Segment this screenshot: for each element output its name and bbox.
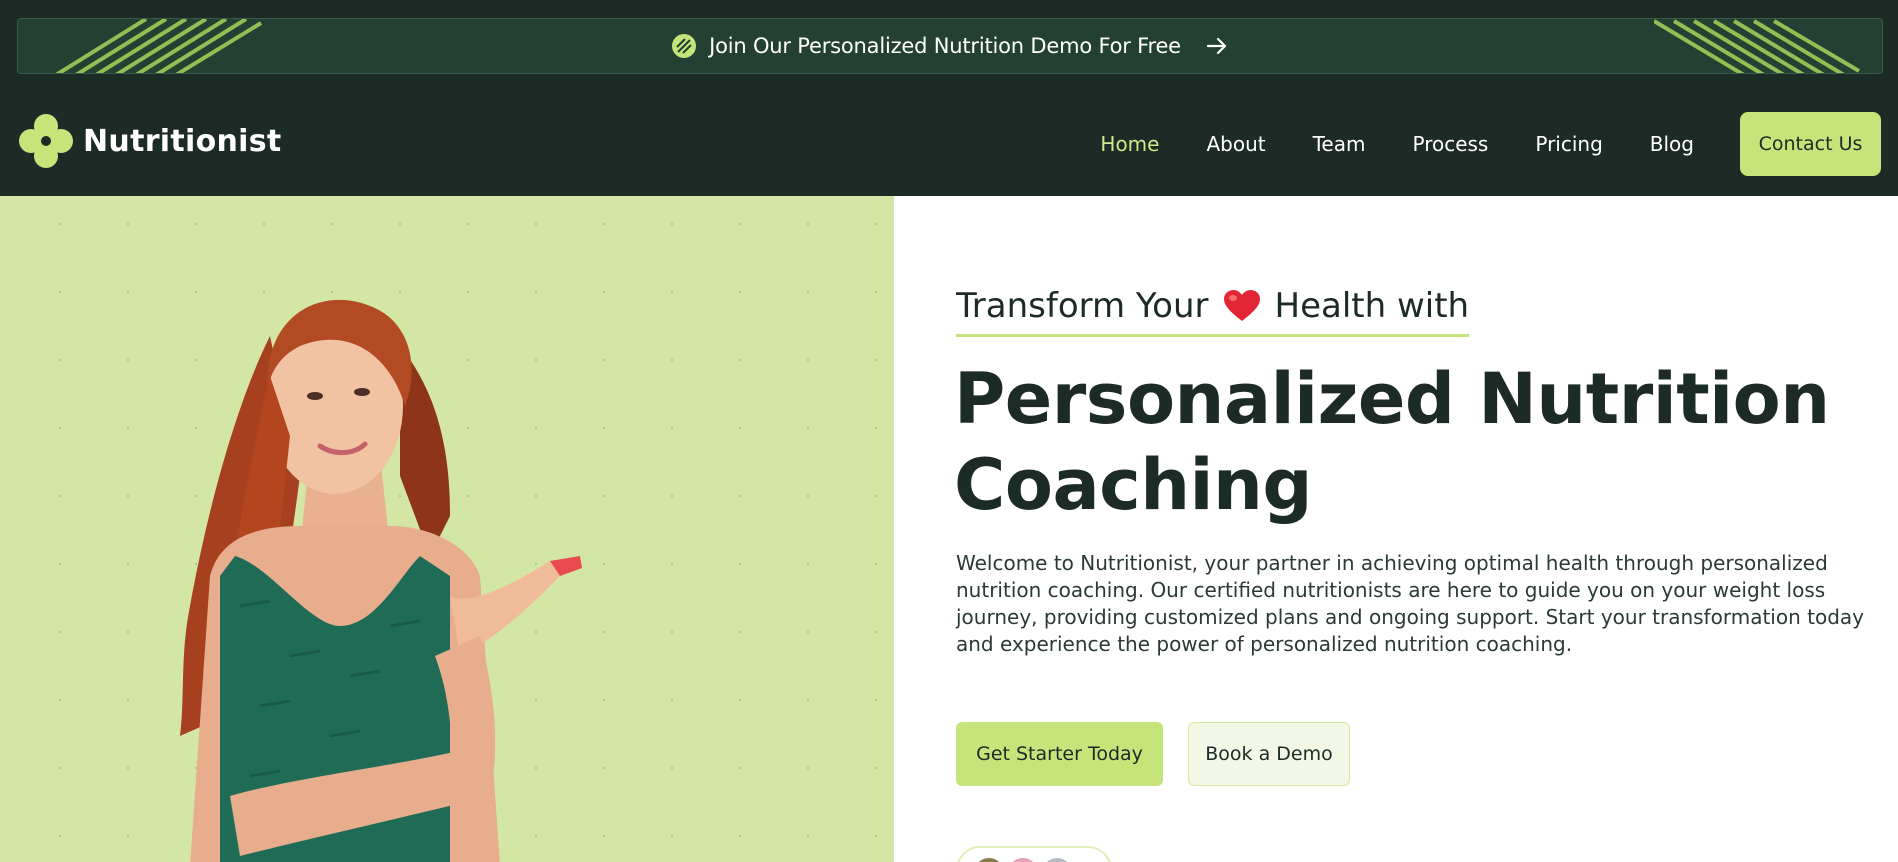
- get-started-button[interactable]: Get Starter Today: [956, 722, 1163, 786]
- logo[interactable]: Nutritionist: [17, 112, 282, 170]
- nav-home[interactable]: Home: [1100, 132, 1159, 156]
- tagline-text-end: Health with: [1274, 286, 1470, 326]
- avatar: [1040, 856, 1074, 862]
- promo-bar-wrapper: Join Our Personalized Nutrition Demo For…: [0, 0, 1898, 92]
- nav-process[interactable]: Process: [1412, 132, 1488, 156]
- tagline-text-start: Transform Your: [956, 286, 1209, 326]
- book-demo-button[interactable]: Book a Demo: [1188, 722, 1350, 786]
- avatar-group: [956, 846, 1112, 862]
- decorative-stripes-right: [1654, 19, 1861, 73]
- hero-headline: Personalized Nutrition Coaching: [954, 358, 1830, 526]
- hero-intro: Welcome to Nutritionist, your partner in…: [956, 551, 1864, 656]
- contact-us-button[interactable]: Contact Us: [1740, 112, 1881, 176]
- site-header: Nutritionist Home About Team Process Pri…: [0, 92, 1898, 196]
- arrow-right-icon[interactable]: [1205, 34, 1229, 58]
- clover-icon: [19, 114, 73, 168]
- hero-content: Transform Your Health with Personalized …: [894, 196, 1898, 862]
- promo-text[interactable]: Join Our Personalized Nutrition Demo For…: [709, 34, 1181, 58]
- logo-text[interactable]: Nutritionist: [83, 124, 282, 159]
- hero-image-panel: [0, 196, 894, 862]
- nav-pricing[interactable]: Pricing: [1535, 132, 1602, 156]
- avatar: [1006, 856, 1040, 862]
- nav-blog[interactable]: Blog: [1650, 132, 1694, 156]
- promo-banner[interactable]: Join Our Personalized Nutrition Demo For…: [17, 18, 1883, 74]
- leaf-icon: [672, 34, 697, 58]
- decorative-stripes-left: [55, 19, 263, 73]
- hero-tagline: Transform Your Health with: [956, 286, 1470, 337]
- nav-about[interactable]: About: [1206, 132, 1265, 156]
- nav-team[interactable]: Team: [1313, 132, 1366, 156]
- avatar: [972, 856, 1006, 862]
- heart-icon: [1223, 290, 1260, 321]
- hero-photo-woman: [180, 299, 582, 862]
- main-nav: Home About Team Process Pricing Blog: [1053, 132, 1694, 156]
